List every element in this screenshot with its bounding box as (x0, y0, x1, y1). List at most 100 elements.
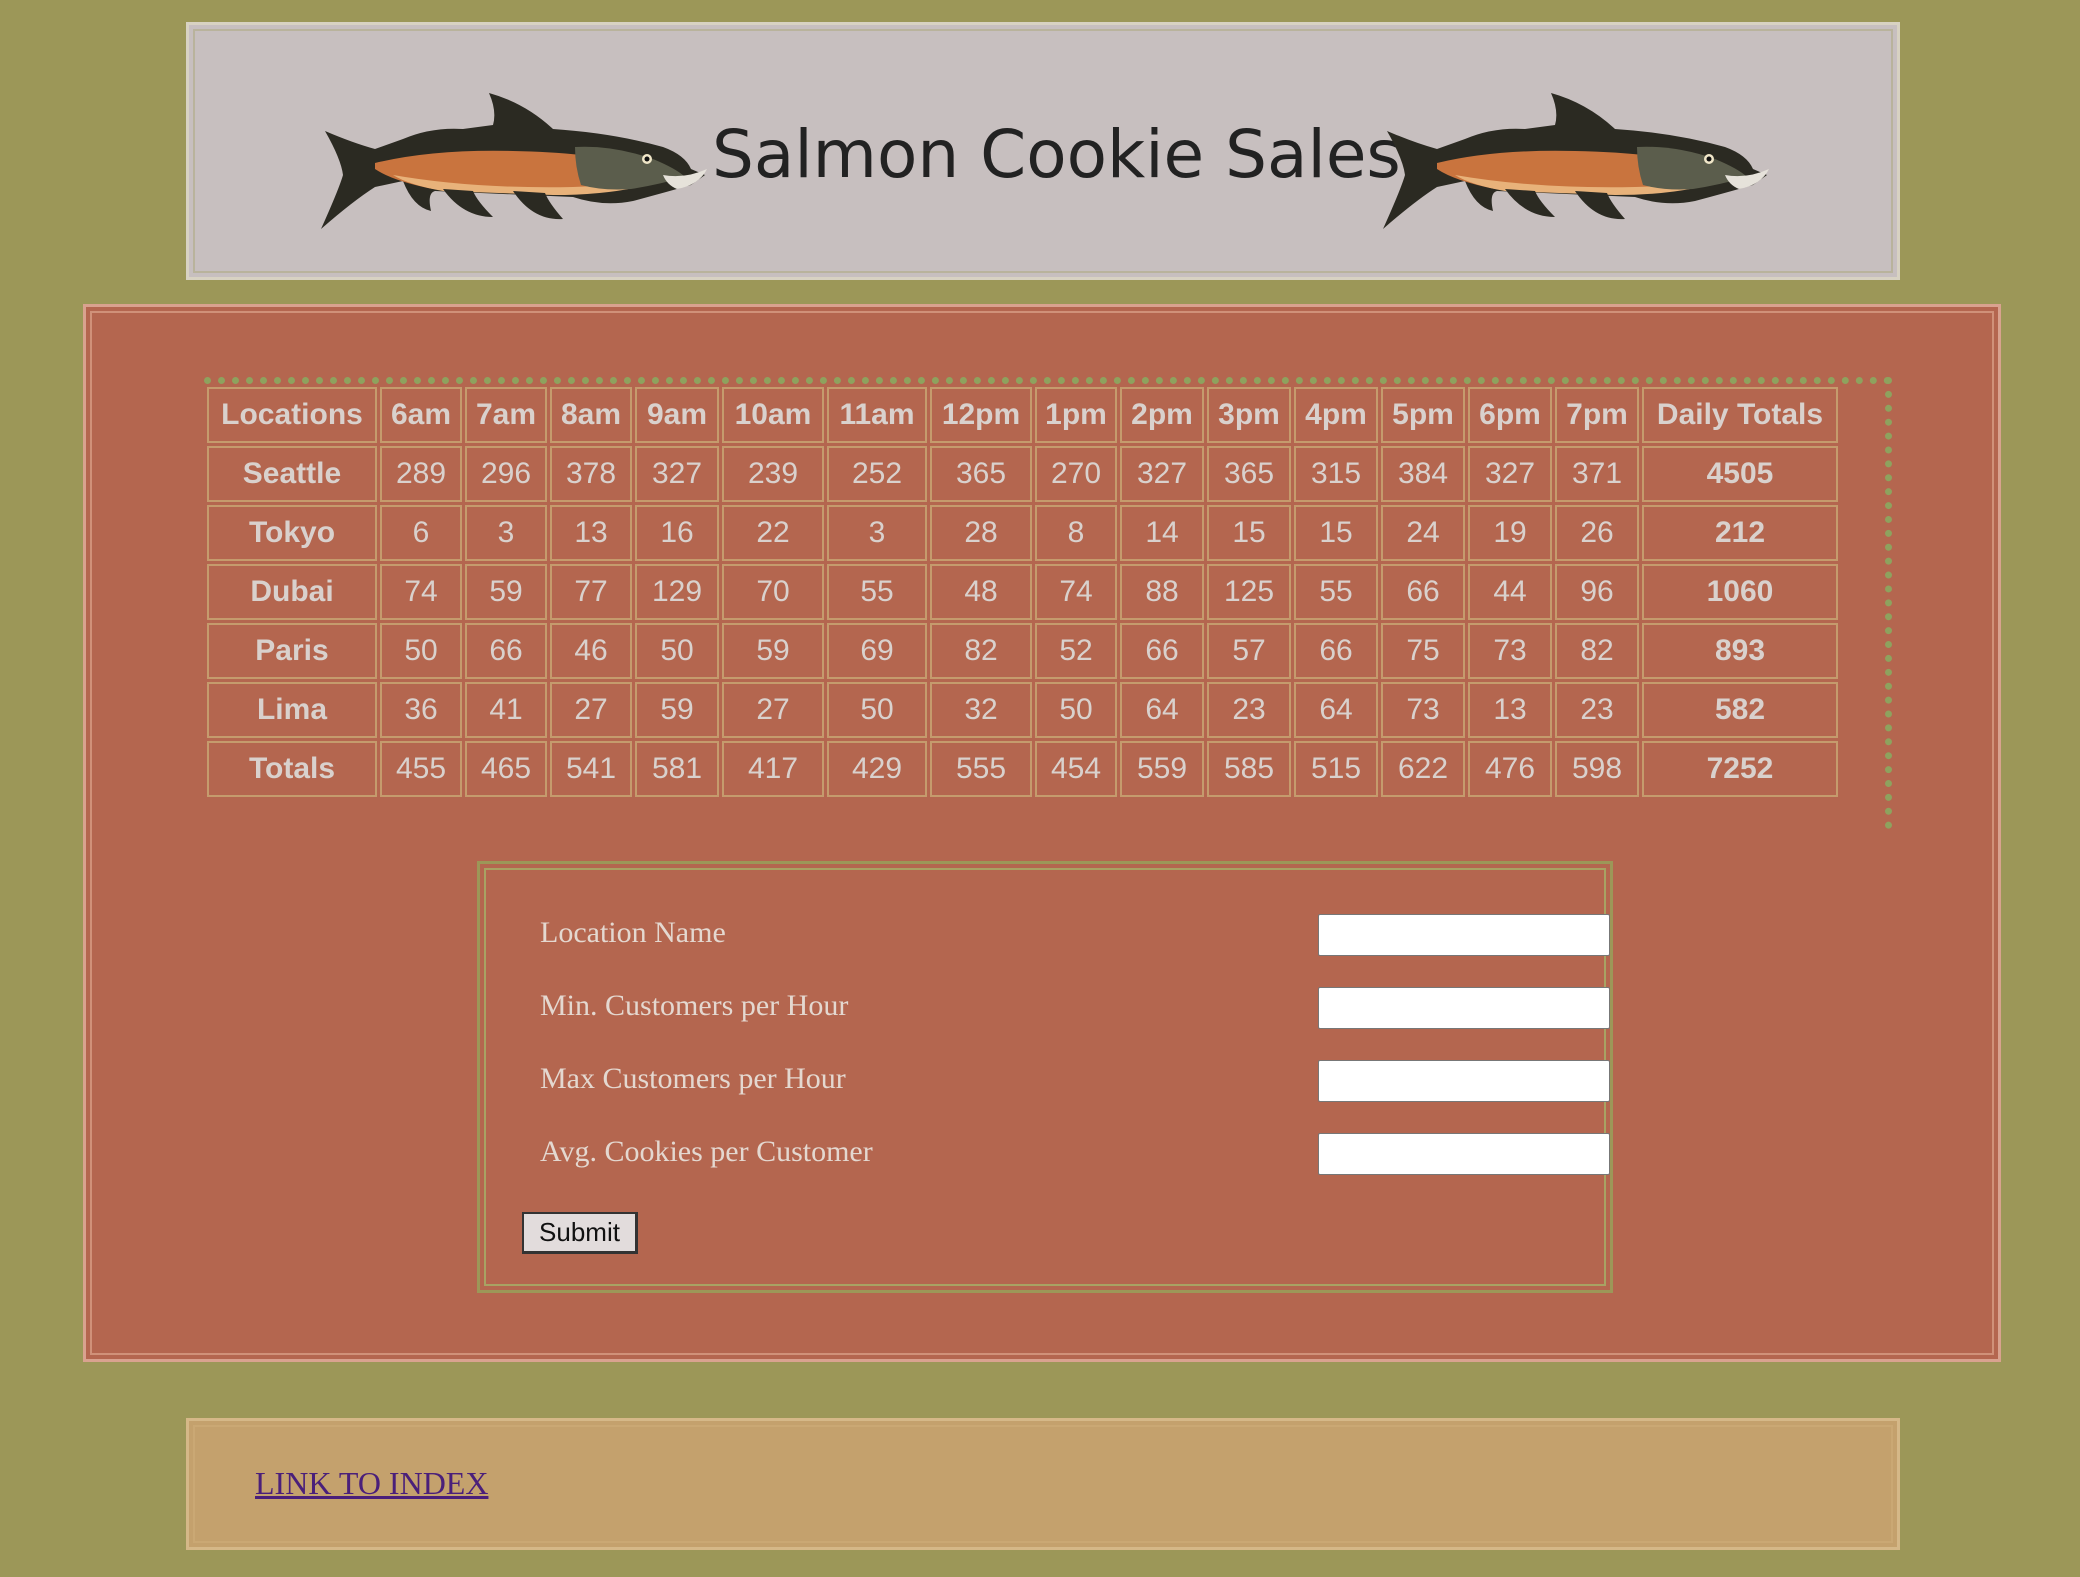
hourly-value-cell: 22 (722, 505, 824, 561)
avg-cookies-input[interactable] (1318, 1133, 1610, 1175)
hourly-value-cell: 28 (930, 505, 1032, 561)
hourly-value-cell: 3 (465, 505, 547, 561)
hourly-value-cell: 3 (827, 505, 927, 561)
sales-table: Locations 6am 7am 8am 9am 10am 11am 12pm… (204, 384, 1841, 800)
hourly-value-cell: 581 (635, 741, 719, 797)
hourly-value-cell: 82 (930, 623, 1032, 679)
column-header: 9am (635, 387, 719, 443)
location-cell: Dubai (207, 564, 377, 620)
hourly-value-cell: 50 (827, 682, 927, 738)
hourly-value-cell: 50 (1035, 682, 1117, 738)
hourly-value-cell: 70 (722, 564, 824, 620)
form-row-min-customers: Min. Customers per Hour (540, 987, 1610, 1031)
salmon-fish-image (1383, 93, 1769, 229)
hourly-value-cell: 59 (635, 682, 719, 738)
table-row: Dubai 74 59 77 129 70 55 48 74 88 125 55 66 44 96 1060 (207, 564, 1838, 620)
hourly-value-cell: 59 (722, 623, 824, 679)
column-header: Locations (207, 387, 377, 443)
daily-total-cell: 893 (1642, 623, 1838, 679)
hourly-value-cell: 48 (930, 564, 1032, 620)
hourly-value-cell: 315 (1294, 446, 1378, 502)
hourly-value-cell: 24 (1381, 505, 1465, 561)
hourly-value-cell: 64 (1120, 682, 1204, 738)
column-header: 6pm (1468, 387, 1552, 443)
hourly-value-cell: 378 (550, 446, 632, 502)
hourly-value-cell: 50 (635, 623, 719, 679)
hourly-value-cell: 15 (1294, 505, 1378, 561)
column-header: 1pm (1035, 387, 1117, 443)
hourly-value-cell: 476 (1468, 741, 1552, 797)
hourly-value-cell: 15 (1207, 505, 1291, 561)
table-header-row: Locations 6am 7am 8am 9am 10am 11am 12pm… (207, 387, 1838, 443)
hourly-value-cell: 8 (1035, 505, 1117, 561)
hourly-value-cell: 66 (465, 623, 547, 679)
location-cell: Tokyo (207, 505, 377, 561)
hourly-value-cell: 46 (550, 623, 632, 679)
daily-total-cell: 1060 (1642, 564, 1838, 620)
hourly-value-cell: 57 (1207, 623, 1291, 679)
hourly-value-cell: 96 (1555, 564, 1639, 620)
hourly-value-cell: 23 (1555, 682, 1639, 738)
hourly-value-cell: 239 (722, 446, 824, 502)
hourly-value-cell: 55 (1294, 564, 1378, 620)
hourly-value-cell: 455 (380, 741, 462, 797)
form-row-avg-cookies: Avg. Cookies per Customer (540, 1133, 1610, 1177)
hourly-value-cell: 6 (380, 505, 462, 561)
location-name-label: Location Name (540, 916, 726, 949)
column-header: Daily Totals (1642, 387, 1838, 443)
hourly-value-cell: 365 (930, 446, 1032, 502)
hourly-value-cell: 296 (465, 446, 547, 502)
sales-table-container: Locations 6am 7am 8am 9am 10am 11am 12pm… (204, 377, 1892, 829)
add-location-form: Location Name Min. Customers per Hour Ma… (477, 861, 1613, 1293)
hourly-value-cell: 252 (827, 446, 927, 502)
max-customers-label: Max Customers per Hour (540, 1062, 846, 1095)
table-row: Tokyo 6 3 13 16 22 3 28 8 14 15 15 24 19 26 212 (207, 505, 1838, 561)
hourly-value-cell: 88 (1120, 564, 1204, 620)
table-row: Paris 50 66 46 50 59 69 82 52 66 57 66 75 73 82 893 (207, 623, 1838, 679)
hourly-value-cell: 622 (1381, 741, 1465, 797)
hourly-value-cell: 19 (1468, 505, 1552, 561)
main-content: Locations 6am 7am 8am 9am 10am 11am 12pm… (83, 304, 2001, 1362)
link-to-index[interactable]: LINK TO INDEX (255, 1465, 488, 1502)
hourly-value-cell: 75 (1381, 623, 1465, 679)
hourly-value-cell: 515 (1294, 741, 1378, 797)
hourly-value-cell: 59 (465, 564, 547, 620)
form-row-location-name: Location Name (540, 914, 1610, 958)
hourly-value-cell: 327 (635, 446, 719, 502)
min-customers-label: Min. Customers per Hour (540, 989, 849, 1022)
column-header: 5pm (1381, 387, 1465, 443)
submit-button[interactable]: Submit (522, 1212, 638, 1254)
hourly-value-cell: 73 (1381, 682, 1465, 738)
hourly-value-cell: 50 (380, 623, 462, 679)
min-customers-input[interactable] (1318, 987, 1610, 1029)
hourly-value-cell: 77 (550, 564, 632, 620)
hourly-value-cell: 13 (1468, 682, 1552, 738)
max-customers-input[interactable] (1318, 1060, 1610, 1102)
hourly-value-cell: 16 (635, 505, 719, 561)
column-header: 3pm (1207, 387, 1291, 443)
column-header: 11am (827, 387, 927, 443)
hourly-value-cell: 541 (550, 741, 632, 797)
hourly-value-cell: 52 (1035, 623, 1117, 679)
hourly-value-cell: 429 (827, 741, 927, 797)
column-header: 4pm (1294, 387, 1378, 443)
hourly-value-cell: 555 (930, 741, 1032, 797)
hourly-value-cell: 66 (1294, 623, 1378, 679)
page-title: Salmon Cookie Sales (712, 116, 1401, 193)
hourly-value-cell: 327 (1468, 446, 1552, 502)
hourly-value-cell: 36 (380, 682, 462, 738)
hourly-value-cell: 371 (1555, 446, 1639, 502)
hourly-value-cell: 559 (1120, 741, 1204, 797)
hourly-value-cell: 74 (380, 564, 462, 620)
hourly-value-cell: 327 (1120, 446, 1204, 502)
table-row: Lima 36 41 27 59 27 50 32 50 64 23 64 73 13 23 582 (207, 682, 1838, 738)
avg-cookies-label: Avg. Cookies per Customer (540, 1135, 873, 1168)
hourly-value-cell: 23 (1207, 682, 1291, 738)
hourly-value-cell: 74 (1035, 564, 1117, 620)
hourly-value-cell: 125 (1207, 564, 1291, 620)
hourly-value-cell: 32 (930, 682, 1032, 738)
location-name-input[interactable] (1318, 914, 1610, 956)
location-cell: Seattle (207, 446, 377, 502)
hourly-value-cell: 129 (635, 564, 719, 620)
footer: LINK TO INDEX (186, 1418, 1900, 1550)
